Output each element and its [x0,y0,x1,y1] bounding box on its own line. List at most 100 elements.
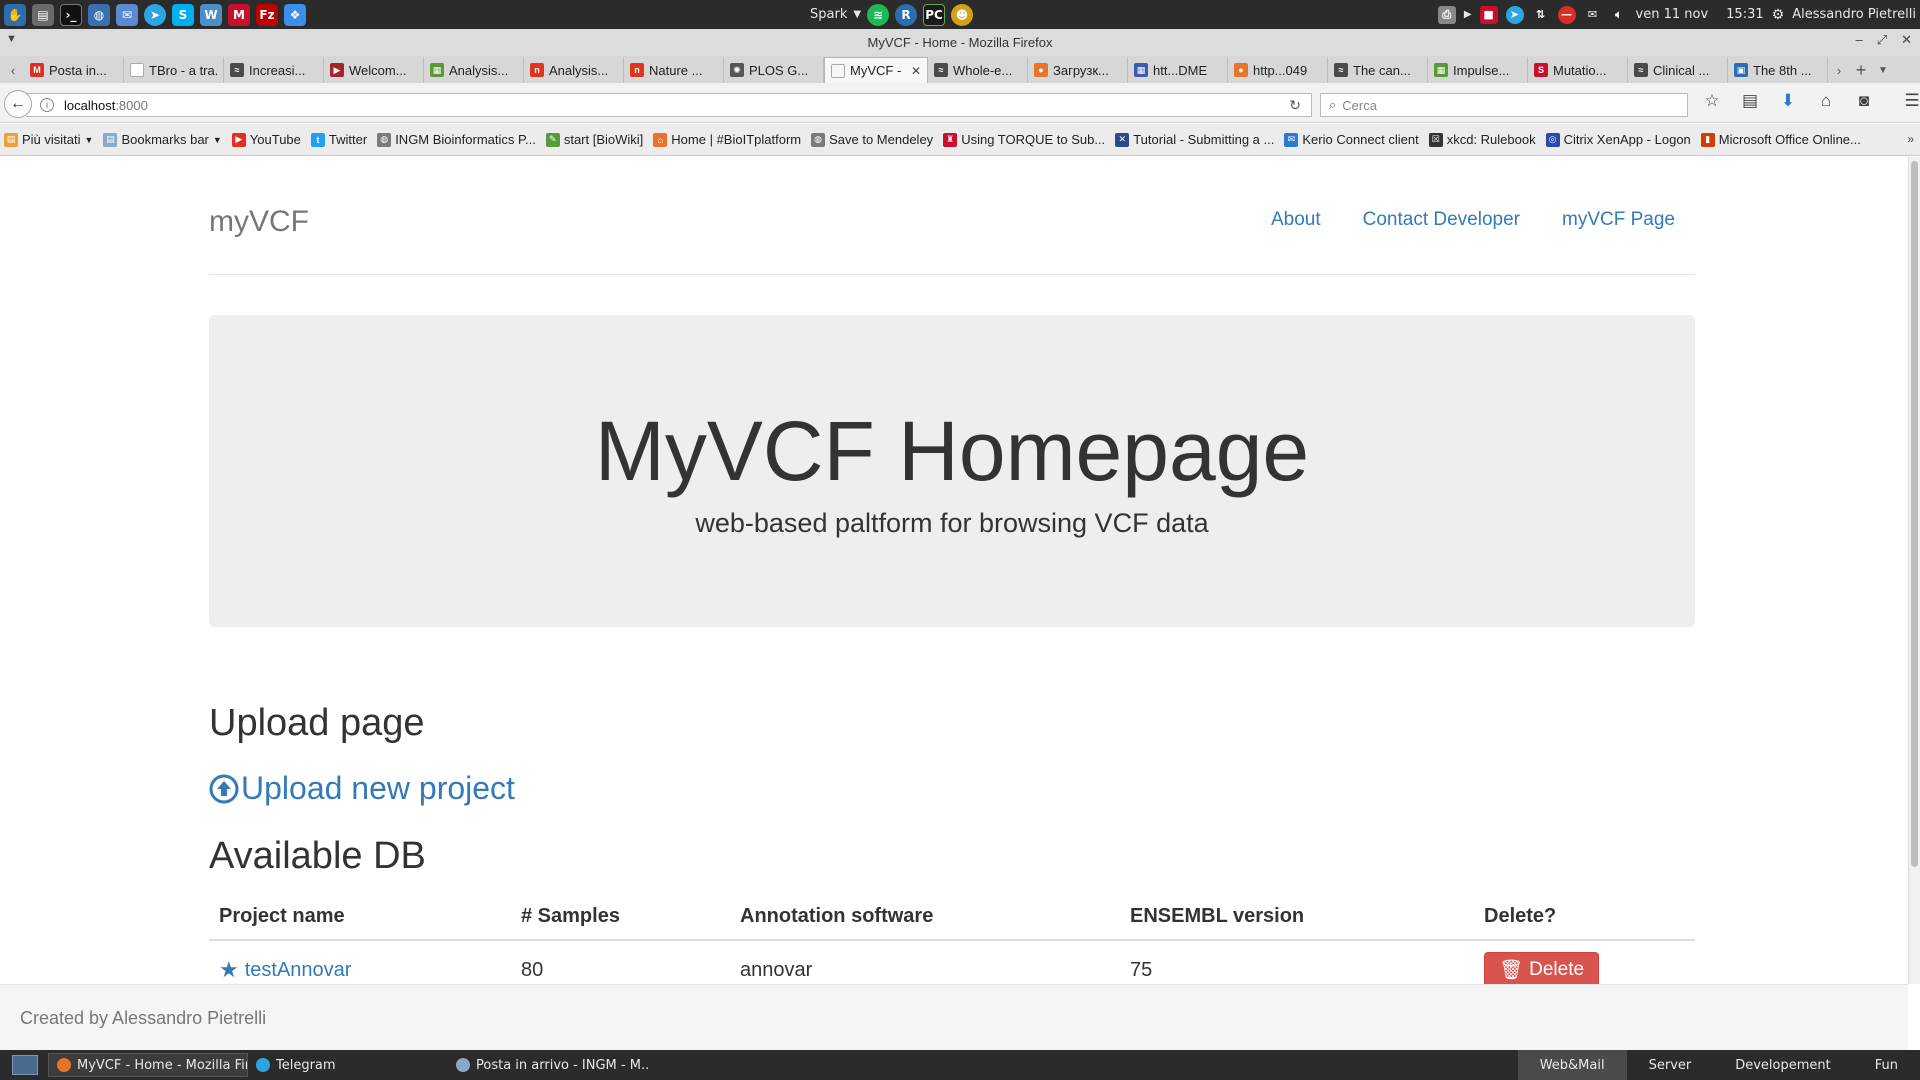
task-firefox[interactable]: MyVCF - Home - Mozilla Fir... [48,1053,248,1077]
new-tab-icon[interactable]: + [1850,57,1872,83]
site-info-icon[interactable]: i [40,98,54,112]
bookmark-item[interactable]: ▤ Più visitati ▼ [4,132,93,147]
tab[interactable]: ● Загрузк... [1028,57,1128,83]
r-icon[interactable]: R [895,3,918,26]
bookmark-star-icon[interactable]: ☆ [1700,91,1724,111]
bookmark-item[interactable]: t Twitter [310,132,367,147]
window-menu-icon[interactable]: ▼ [6,33,17,45]
project-link[interactable]: ★ testAnnovar [219,957,351,983]
home-icon[interactable]: ⌂ [1814,91,1838,111]
screen-record-icon[interactable]: ■ [1479,5,1498,24]
spotify-icon[interactable]: ≋ [867,3,890,26]
nav-contact-developer-link[interactable]: Contact Developer [1363,209,1520,231]
hamburger-menu-icon[interactable]: ☰ [1900,91,1920,111]
reload-icon[interactable]: ↻ [1289,97,1301,114]
tab[interactable]: ✺ PLOS G... [724,57,824,83]
workspace-web-mail[interactable]: Web&Mail [1517,1050,1627,1080]
tab[interactable]: M Posta in... [24,57,124,83]
minimize-icon[interactable]: – [1855,32,1862,48]
dropbox-icon[interactable]: ❖ [284,3,306,26]
user-name[interactable]: Alessandro Pietrelli [1792,7,1916,22]
telegram-tray-icon[interactable]: ➤ [1505,5,1524,24]
bookmark-item[interactable]: ◎ Citrix XenApp - Logon [1545,132,1691,147]
bookmark-item[interactable]: ☒ xkcd: Rulebook [1428,132,1536,147]
chevron-down-icon[interactable]: ▼ [853,9,861,20]
tab[interactable]: ▦ htt...DME [1128,57,1228,83]
scroll-tabs-left-icon[interactable]: ‹ [2,57,24,83]
bookmarks-library-icon[interactable]: ▤ [1738,91,1762,111]
workspace-developement[interactable]: Developement [1713,1050,1853,1080]
bookmark-item[interactable]: ◍ Save to Mendeley [811,132,933,147]
date-label[interactable]: ven 11 nov [1636,7,1709,22]
bookmark-item[interactable]: ✉ Kerio Connect client [1284,132,1419,147]
telegram-icon[interactable]: ➤ [144,3,166,26]
tab[interactable]: ● http...049 [1228,57,1328,83]
close-tab-icon[interactable]: ✕ [911,64,921,78]
time-label[interactable]: 15:31 [1726,7,1763,22]
more-bookmarks-icon[interactable]: » [1907,132,1914,146]
mendeley-desktop-icon[interactable]: M [228,3,250,26]
thunderbird-icon[interactable]: ✉ [116,3,138,26]
pocket-icon[interactable]: ◙ [1852,91,1876,111]
window-titlebar[interactable]: ▼ MyVCF - Home - Mozilla Firefox – ⤢ ✕ [0,29,1920,56]
tab[interactable]: ≈ Clinical ... [1628,57,1728,83]
scroll-tabs-right-icon[interactable]: › [1828,57,1850,83]
tab[interactable]: ▣ The 8th ... [1728,57,1828,83]
app-menu-icon[interactable]: ✋ [4,3,26,26]
tab[interactable]: ≈ Whole-e... [928,57,1028,83]
nav-about-link[interactable]: About [1271,209,1321,231]
list-tabs-icon[interactable]: ▼ [1872,57,1894,83]
printer-icon[interactable]: ⎙ [1437,5,1456,24]
workspace-server[interactable]: Server [1627,1050,1714,1080]
terminal-icon[interactable]: ›_ [60,3,82,26]
spark-label[interactable]: Spark [810,7,847,22]
tab[interactable]: ≈ Increasi... [224,57,324,83]
volume-icon[interactable]: 🔈︎ [1610,6,1628,24]
downloads-icon[interactable]: ⬇ [1776,91,1800,111]
tab-active[interactable]: MyVCF - ... ✕ [824,57,928,83]
filezilla-icon[interactable]: Fz [256,3,278,26]
workspace-fun[interactable]: Fun [1853,1050,1920,1080]
tray-arrow-icon[interactable]: ▶ [1464,9,1472,20]
gear-icon[interactable]: ⚙ [1772,7,1785,23]
bookmark-item[interactable]: ✎ start [BioWiki] [545,132,643,147]
mail-tray-icon[interactable]: ✉ [1584,6,1602,24]
nav-myvcf-page-link[interactable]: myVCF Page [1562,209,1675,231]
bookmark-item[interactable]: ⌂ Home | #BioITplatform [653,132,801,147]
tab[interactable]: TBro - a tra... [124,57,224,83]
mendeley-icon[interactable]: W [200,3,222,26]
close-window-icon[interactable]: ✕ [1901,32,1912,48]
monkey-icon[interactable]: ☻ [951,3,974,26]
network-icon[interactable]: ⇅ [1532,6,1550,24]
brand-logo[interactable]: myVCF [209,205,309,239]
show-desktop-icon[interactable] [12,1055,38,1075]
upload-new-project-link[interactable]: Upload new project [209,770,515,807]
bookmark-item[interactable]: ▶ YouTube [231,132,301,147]
tab[interactable]: ≈ The can... [1328,57,1428,83]
maximize-icon[interactable]: ⤢ [1877,32,1887,48]
tab[interactable]: n Nature ... [624,57,724,83]
search-input[interactable]: ⌕ Cerca [1320,93,1688,117]
page-scrollbar[interactable] [1908,157,1920,984]
tab[interactable]: ▶ Welcom... [324,57,424,83]
tab[interactable]: ▦ Analysis... [424,57,524,83]
tab[interactable]: n Analysis... [524,57,624,83]
back-button[interactable]: ← [4,90,32,118]
bookmark-item[interactable]: ▤ Bookmarks bar ▼ [103,132,222,147]
browser-icon[interactable]: ◍ [88,3,110,26]
tab[interactable]: S Mutatio... [1528,57,1628,83]
url-bar[interactable]: i localhost:8000 ↻ [26,93,1312,117]
task-telegram[interactable]: Telegram [248,1053,448,1077]
bookmark-item[interactable]: ◍ INGM Bioinformatics P... [377,132,536,147]
files-icon[interactable]: ▤ [32,3,54,26]
skype-icon[interactable]: S [172,3,194,26]
tab[interactable]: ▦ Impulse... [1428,57,1528,83]
bookmark-item[interactable]: ▮ Microsoft Office Online... [1700,132,1861,147]
pycharm-icon[interactable]: PC [923,3,946,26]
bookmark-item[interactable]: ♜ Using TORQUE to Sub... [943,132,1105,147]
scrollbar-thumb[interactable] [1911,161,1918,867]
delete-button[interactable]: 🗑︎ Delete [1484,952,1600,984]
bookmark-item[interactable]: ✕ Tutorial - Submitting a ... [1115,132,1274,147]
task-thunderbird[interactable]: Posta in arrivo - INGM - M... [448,1053,648,1077]
notification-icon[interactable]: — [1557,5,1576,24]
